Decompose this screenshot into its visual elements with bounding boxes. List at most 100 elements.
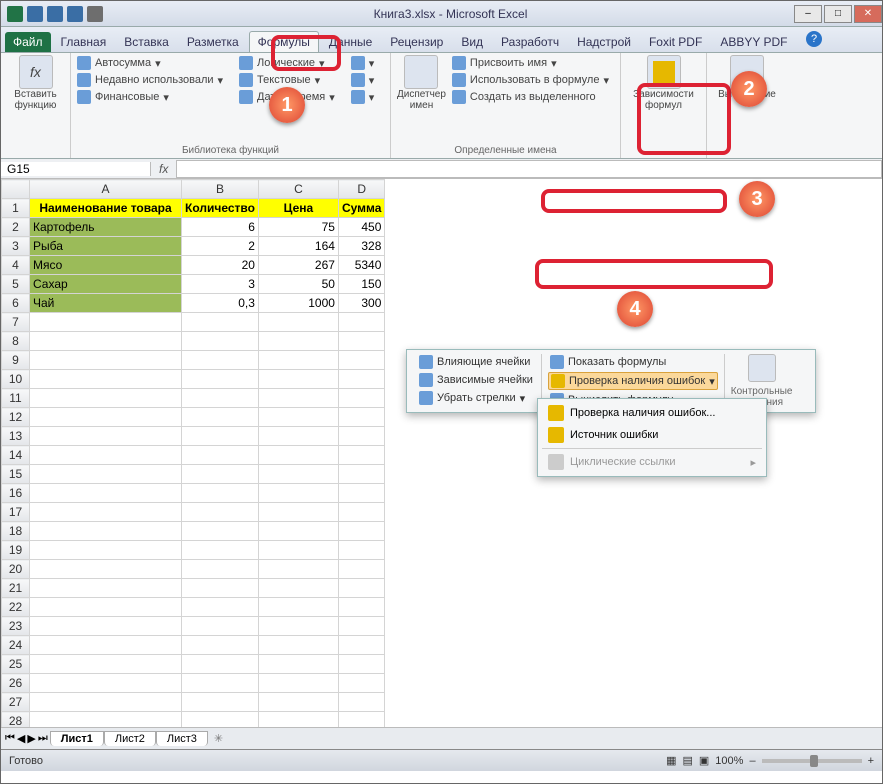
cell[interactable]: Мясо: [30, 256, 182, 275]
cell[interactable]: [338, 579, 384, 598]
cell[interactable]: [182, 693, 259, 712]
cell[interactable]: [182, 332, 259, 351]
cell[interactable]: 450: [338, 218, 384, 237]
cell[interactable]: [338, 351, 384, 370]
cell[interactable]: [258, 560, 338, 579]
new-sheet-icon[interactable]: ✳: [214, 732, 223, 745]
recent-button[interactable]: Недавно использовали▾: [77, 72, 223, 88]
cell[interactable]: [258, 655, 338, 674]
cell[interactable]: [338, 693, 384, 712]
nav-first-icon[interactable]: ⏮: [5, 732, 15, 745]
error-checking-button[interactable]: Проверка наличия ошибок▾: [548, 372, 718, 390]
cell[interactable]: Чай: [30, 294, 182, 313]
financial-button[interactable]: Финансовые▾: [77, 89, 223, 105]
insert-function-button[interactable]: fx: [19, 55, 53, 89]
cell[interactable]: [182, 598, 259, 617]
row-header[interactable]: 19: [2, 541, 30, 560]
row-header[interactable]: 21: [2, 579, 30, 598]
row-header[interactable]: 11: [2, 389, 30, 408]
cell[interactable]: Сумма: [338, 199, 384, 218]
cell[interactable]: [182, 484, 259, 503]
cell[interactable]: [338, 446, 384, 465]
grid[interactable]: ABCD 1Наименование товараКоличествоЦенаС…: [1, 179, 385, 727]
cell[interactable]: [338, 503, 384, 522]
cell[interactable]: 150: [338, 275, 384, 294]
cell[interactable]: Рыба: [30, 237, 182, 256]
help-icon[interactable]: ?: [806, 31, 822, 47]
cell[interactable]: [258, 351, 338, 370]
sheet-tab-Лист1[interactable]: Лист1: [50, 731, 104, 746]
cell[interactable]: [182, 522, 259, 541]
select-all-corner[interactable]: [2, 180, 30, 199]
cell[interactable]: Наименование товара: [30, 199, 182, 218]
cell[interactable]: [30, 332, 182, 351]
name-box[interactable]: G15: [1, 162, 151, 176]
row-header[interactable]: 2: [2, 218, 30, 237]
minimize-button[interactable]: –: [794, 5, 822, 23]
cell[interactable]: 328: [338, 237, 384, 256]
cell[interactable]: [30, 465, 182, 484]
cell[interactable]: [182, 560, 259, 579]
fx-label[interactable]: fx: [151, 162, 176, 176]
tab-вид[interactable]: Вид: [453, 32, 491, 52]
math-button[interactable]: ▾: [351, 72, 375, 88]
cell[interactable]: [30, 484, 182, 503]
formula-bar[interactable]: [176, 160, 882, 178]
tab-формулы[interactable]: Формулы: [249, 31, 319, 52]
row-header[interactable]: 27: [2, 693, 30, 712]
print-icon[interactable]: [87, 6, 103, 22]
cell[interactable]: [182, 351, 259, 370]
cell[interactable]: [338, 674, 384, 693]
cell[interactable]: [338, 484, 384, 503]
cell[interactable]: [258, 598, 338, 617]
row-header[interactable]: 1: [2, 199, 30, 218]
cell[interactable]: [258, 579, 338, 598]
tab-данные[interactable]: Данные: [321, 32, 380, 52]
trace-dependents-button[interactable]: Зависимые ячейки: [417, 372, 535, 388]
sheet-tab-Лист2[interactable]: Лист2: [104, 731, 156, 746]
undo-icon[interactable]: [47, 6, 63, 22]
col-header-D[interactable]: D: [338, 180, 384, 199]
row-header[interactable]: 6: [2, 294, 30, 313]
row-header[interactable]: 24: [2, 636, 30, 655]
cell[interactable]: [258, 370, 338, 389]
cell[interactable]: [182, 427, 259, 446]
text-button[interactable]: Текстовые▾: [239, 72, 335, 88]
cell[interactable]: Количество: [182, 199, 259, 218]
nav-prev-icon[interactable]: ◀: [17, 732, 25, 745]
cell[interactable]: [338, 712, 384, 728]
cell[interactable]: [338, 332, 384, 351]
row-header[interactable]: 3: [2, 237, 30, 256]
cell[interactable]: [30, 674, 182, 693]
cell[interactable]: 267: [258, 256, 338, 275]
tab-рецензир[interactable]: Рецензир: [382, 32, 451, 52]
cell[interactable]: 75: [258, 218, 338, 237]
cell[interactable]: [338, 313, 384, 332]
row-header[interactable]: 10: [2, 370, 30, 389]
cell[interactable]: [338, 522, 384, 541]
nav-next-icon[interactable]: ▶: [27, 732, 35, 745]
row-header[interactable]: 8: [2, 332, 30, 351]
row-header[interactable]: 26: [2, 674, 30, 693]
cell[interactable]: [30, 655, 182, 674]
zoom-slider[interactable]: [762, 759, 862, 763]
cell[interactable]: [258, 427, 338, 446]
row-header[interactable]: 20: [2, 560, 30, 579]
row-header[interactable]: 25: [2, 655, 30, 674]
view-layout-icon[interactable]: ▤: [682, 754, 692, 767]
cell[interactable]: [182, 655, 259, 674]
cell[interactable]: [258, 712, 338, 728]
cell[interactable]: [30, 712, 182, 728]
row-header[interactable]: 22: [2, 598, 30, 617]
error-source-item[interactable]: Источник ошибки: [538, 424, 766, 446]
save-icon[interactable]: [27, 6, 43, 22]
cell[interactable]: [30, 598, 182, 617]
row-header[interactable]: 5: [2, 275, 30, 294]
cell[interactable]: [258, 617, 338, 636]
trace-precedents-button[interactable]: Влияющие ячейки: [417, 354, 535, 370]
col-header-B[interactable]: B: [182, 180, 259, 199]
cell[interactable]: [30, 693, 182, 712]
cell[interactable]: [30, 636, 182, 655]
row-header[interactable]: 14: [2, 446, 30, 465]
watch-window-button[interactable]: [748, 354, 776, 382]
